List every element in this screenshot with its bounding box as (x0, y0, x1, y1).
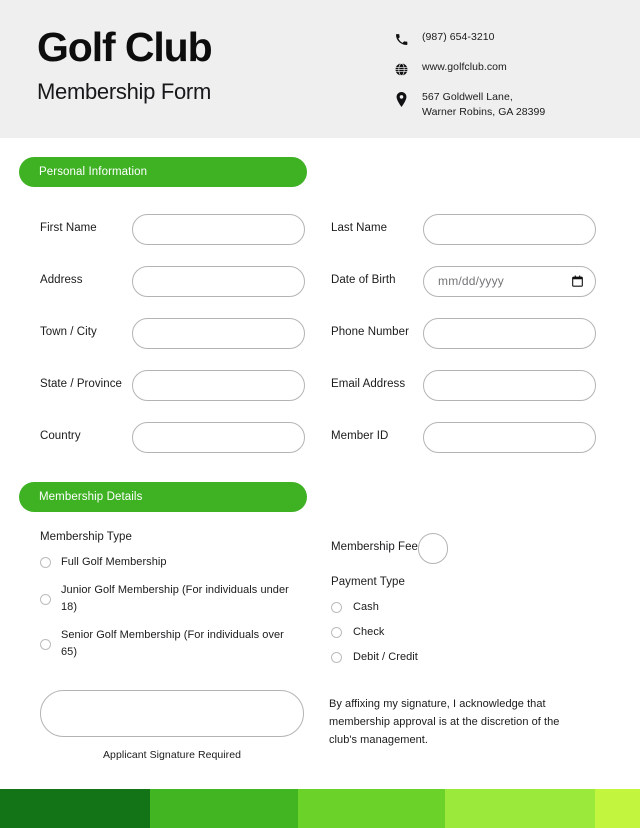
input-address[interactable] (132, 265, 305, 297)
radio-junior-golf-membership[interactable]: Junior Golf Membership (For individuals … (40, 582, 320, 616)
field-row-town-city: Town / City (40, 307, 320, 359)
section-title-membership-details: Membership Details (39, 491, 143, 503)
input-member-id[interactable] (423, 421, 596, 453)
header-title-block: Golf Club Membership Form (37, 24, 213, 105)
radio-label-payment-debit-credit: Debit / Credit (353, 651, 418, 664)
label-state-province: State / Province (40, 378, 122, 391)
radio-circle-icon (331, 602, 342, 614)
contact-address-text: 567 Goldwell Lane, Warner Robins, GA 283… (422, 91, 546, 119)
membership-type-options: Full Golf Membership Junior Golf Members… (40, 554, 320, 661)
label-address: Address (40, 274, 83, 287)
personal-information-left-column: First Name Address Town / City State / P… (0, 203, 320, 463)
contact-block: (987) 654-3210 www.golfclub.com 567 Gold… (392, 30, 545, 120)
radio-circle-icon (40, 638, 51, 650)
label-town-city: Town / City (40, 326, 97, 339)
radio-payment-debit-credit[interactable]: Debit / Credit (331, 649, 640, 666)
payment-type-options: Cash Check Debit / Credit (331, 599, 640, 666)
club-name: Golf Club (37, 24, 213, 70)
label-country: Country (40, 430, 81, 443)
label-phone-number: Phone Number (331, 326, 409, 339)
field-row-phone-number: Phone Number (331, 307, 640, 359)
footer-bar-5 (595, 789, 640, 828)
input-email-address[interactable] (423, 369, 596, 401)
contact-phone-text: (987) 654-3210 (422, 31, 495, 43)
label-first-name: First Name (40, 222, 97, 235)
field-row-country: Country (40, 411, 320, 463)
radio-circle-icon (40, 557, 51, 569)
payment-type-title: Payment Type (331, 576, 405, 588)
input-date-of-birth[interactable]: mm/dd/yyyy (423, 265, 596, 297)
section-header-membership-details: Membership Details (19, 482, 307, 512)
label-email-address: Email Address (331, 378, 406, 391)
signature-input[interactable] (40, 690, 304, 738)
field-row-membership-fee: Membership Fee (331, 526, 640, 570)
radio-label-payment-check: Check (353, 626, 385, 639)
phone-icon (392, 31, 410, 47)
label-last-name: Last Name (331, 222, 388, 235)
radio-label-senior-golf-membership: Senior Golf Membership (For individuals … (61, 629, 284, 659)
membership-details-right-column: Membership Fee Payment Type Cash Check D… (320, 512, 640, 674)
footer-bar-4 (445, 789, 595, 828)
signature-right: By affixing my signature, I acknowledge … (320, 690, 640, 761)
footer-bar-3 (298, 789, 445, 828)
signature-area: Applicant Signature Required By affixing… (0, 690, 640, 761)
contact-address-row: 567 Goldwell Lane, Warner Robins, GA 283… (392, 90, 545, 120)
section-header-personal-information: Personal Information (19, 157, 307, 187)
contact-website-text: www.golfclub.com (422, 61, 507, 73)
contact-phone-row: (987) 654-3210 (392, 30, 545, 47)
radio-payment-cash[interactable]: Cash (331, 599, 640, 616)
contact-website-row: www.golfclub.com (392, 60, 545, 77)
location-pin-icon (392, 91, 410, 107)
payment-type-group: Payment Type Cash Check Debit / Credit (331, 576, 640, 666)
radio-senior-golf-membership[interactable]: Senior Golf Membership (For individuals … (40, 627, 320, 661)
field-row-address: Address (40, 255, 320, 307)
field-row-last-name: Last Name (331, 203, 640, 255)
form-body: Personal Information First Name Address (0, 157, 640, 762)
radio-label-payment-cash: Cash (353, 601, 379, 613)
form-subtitle: Membership Form (37, 79, 211, 105)
radio-payment-check[interactable]: Check (331, 624, 640, 641)
radio-label-junior-golf-membership: Junior Golf Membership (For individuals … (61, 584, 289, 614)
radio-circle-icon (331, 652, 342, 664)
label-member-id: Member ID (331, 430, 389, 443)
membership-type-group: Membership Type Full Golf Membership Jun… (0, 512, 320, 674)
label-membership-fee: Membership Fee (331, 541, 418, 554)
footer-bar-1 (0, 789, 150, 828)
signature-caption: Applicant Signature Required (103, 749, 241, 762)
personal-information-right-column: Last Name Date of Birth mm/dd/yyyy Phone… (320, 203, 640, 463)
radio-circle-icon (40, 593, 51, 605)
input-first-name[interactable] (132, 213, 305, 245)
membership-type-title: Membership Type (40, 531, 132, 543)
membership-details-columns: Membership Type Full Golf Membership Jun… (0, 512, 640, 674)
membership-form-page: Golf Club Membership Form (987) 654-3210 (0, 0, 640, 828)
signature-left: Applicant Signature Required (0, 690, 320, 761)
section-title-personal-information: Personal Information (39, 166, 148, 178)
field-row-date-of-birth: Date of Birth mm/dd/yyyy (331, 255, 640, 307)
field-row-member-id: Member ID (331, 411, 640, 463)
input-country[interactable] (132, 421, 305, 453)
radio-label-full-golf-membership: Full Golf Membership (61, 556, 167, 568)
footer-bar-2 (150, 789, 298, 828)
field-row-email-address: Email Address (331, 359, 640, 411)
globe-icon (392, 61, 410, 77)
input-last-name[interactable] (423, 213, 596, 245)
input-phone-number[interactable] (423, 317, 596, 349)
radio-circle-icon (331, 627, 342, 639)
field-row-state-province: State / Province (40, 359, 320, 411)
personal-information-columns: First Name Address Town / City State / P… (0, 203, 640, 463)
input-membership-fee[interactable] (417, 532, 448, 564)
input-town-city[interactable] (132, 317, 305, 349)
footer-color-bars (0, 789, 640, 828)
radio-full-golf-membership[interactable]: Full Golf Membership (40, 554, 320, 571)
field-row-first-name: First Name (40, 203, 320, 255)
signature-disclaimer: By affixing my signature, I acknowledge … (329, 698, 560, 746)
input-state-province[interactable] (132, 369, 305, 401)
input-date-of-birth-placeholder: mm/dd/yyyy (438, 274, 505, 288)
calendar-icon[interactable] (572, 275, 583, 287)
page-header: Golf Club Membership Form (987) 654-3210 (0, 0, 640, 138)
label-date-of-birth: Date of Birth (331, 274, 396, 287)
